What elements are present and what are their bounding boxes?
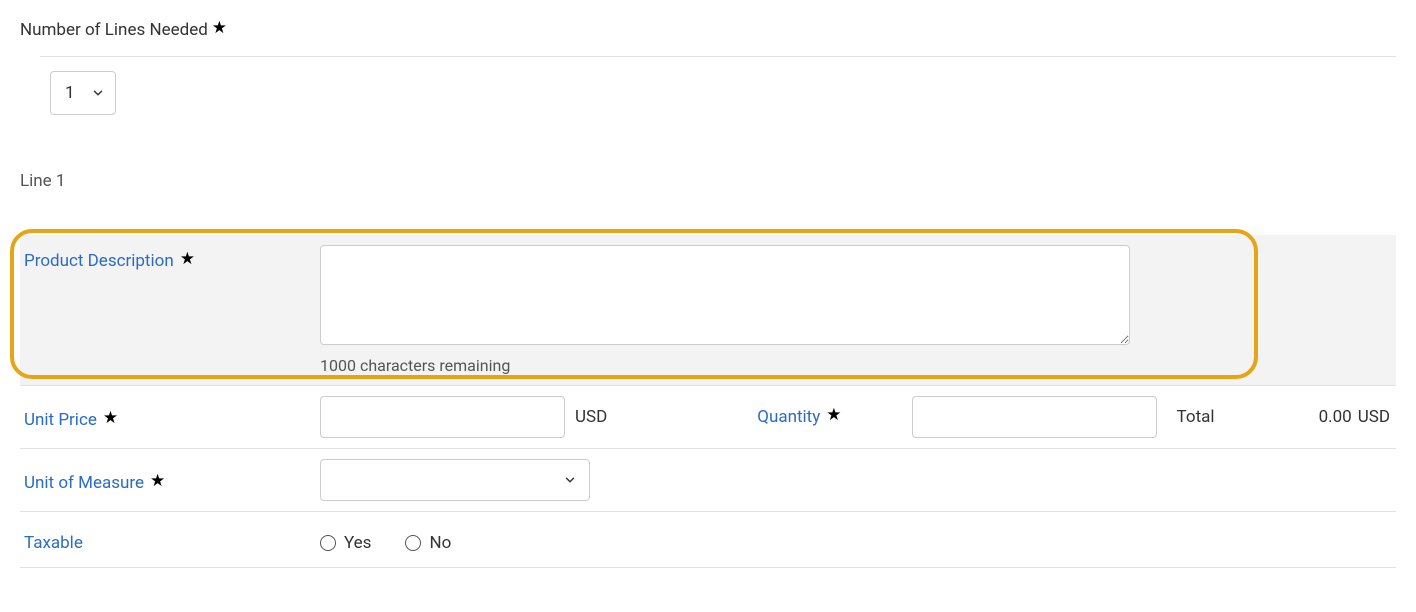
required-star-icon: ★ bbox=[826, 405, 841, 425]
number-of-lines-label: Number of Lines Needed ★ bbox=[20, 20, 1396, 40]
chevron-down-icon bbox=[563, 473, 577, 487]
product-description-hint: 1000 characters remaining bbox=[320, 356, 1130, 375]
taxable-label: Taxable bbox=[24, 533, 83, 553]
product-description-label: Product Description ★ bbox=[24, 251, 195, 271]
total-currency: USD bbox=[1358, 407, 1390, 427]
product-description-row: Product Description ★ 1000 characters re… bbox=[20, 235, 1396, 386]
quantity-label: Quantity ★ bbox=[757, 407, 841, 427]
taxable-row: Taxable Yes No bbox=[20, 512, 1396, 568]
number-of-lines-row: 1 bbox=[40, 56, 1396, 115]
required-star-icon: ★ bbox=[180, 249, 195, 269]
product-description-input[interactable] bbox=[320, 245, 1130, 345]
radio-icon bbox=[405, 535, 421, 551]
required-star-icon: ★ bbox=[150, 471, 165, 491]
line-1-title: Line 1 bbox=[20, 171, 1396, 191]
unit-of-measure-row: Unit of Measure ★ bbox=[20, 449, 1396, 512]
unit-price-input[interactable] bbox=[320, 396, 565, 438]
taxable-yes-radio[interactable]: Yes bbox=[320, 533, 371, 553]
number-of-lines-text: Number of Lines Needed bbox=[20, 20, 208, 40]
required-star-icon: ★ bbox=[212, 18, 227, 38]
unit-price-currency: USD bbox=[575, 407, 607, 427]
total-label: Total bbox=[1177, 407, 1215, 427]
chevron-down-icon bbox=[91, 86, 105, 100]
required-star-icon: ★ bbox=[103, 408, 118, 428]
number-of-lines-value: 1 bbox=[65, 83, 75, 103]
quantity-block: Quantity ★ Total bbox=[757, 396, 1214, 438]
unit-price-label: Unit Price ★ bbox=[24, 410, 118, 430]
taxable-radio-group: Yes No bbox=[320, 527, 451, 553]
unit-of-measure-select[interactable] bbox=[320, 459, 590, 501]
radio-icon bbox=[320, 535, 336, 551]
line-form: Product Description ★ 1000 characters re… bbox=[20, 235, 1396, 568]
taxable-no-label: No bbox=[429, 533, 451, 553]
number-of-lines-select[interactable]: 1 bbox=[50, 71, 116, 115]
price-qty-row: Unit Price ★ USD Quantity ★ Total 0.00 U… bbox=[20, 386, 1396, 449]
total-value: 0.00 bbox=[1319, 407, 1352, 427]
taxable-no-radio[interactable]: No bbox=[405, 533, 451, 553]
unit-of-measure-label: Unit of Measure ★ bbox=[24, 473, 165, 493]
product-description-field-wrap: 1000 characters remaining bbox=[320, 245, 1130, 375]
quantity-input[interactable] bbox=[912, 396, 1157, 438]
taxable-yes-label: Yes bbox=[344, 533, 371, 553]
